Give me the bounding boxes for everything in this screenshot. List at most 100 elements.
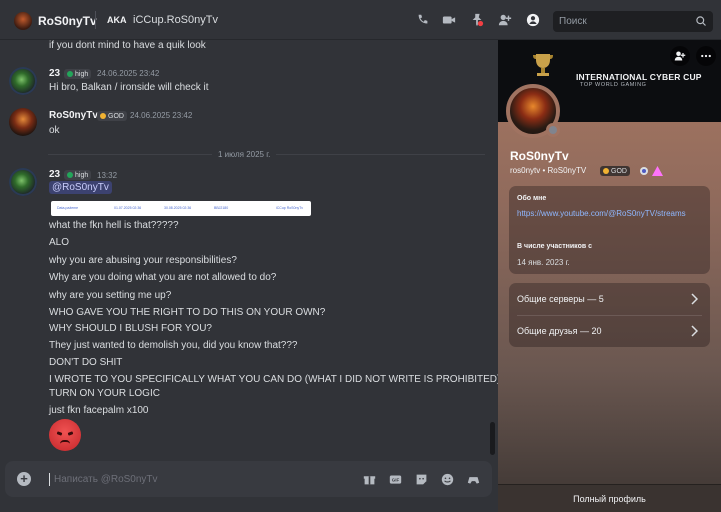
attachment-cell: Data-pažeme — [57, 206, 79, 210]
gif-icon[interactable]: GIF — [389, 473, 402, 486]
member-since-heading: В числе участников с — [517, 243, 592, 250]
lightning-icon — [603, 168, 609, 174]
video-call-icon[interactable] — [442, 13, 456, 27]
message-author[interactable]: 23 — [49, 169, 60, 180]
header-divider — [95, 11, 96, 29]
shield-icon — [67, 172, 73, 178]
role-tag-god[interactable]: GOD — [600, 166, 630, 176]
angry-face-icon[interactable] — [49, 419, 81, 451]
avatar[interactable] — [9, 67, 37, 95]
message-text: if you dont mind to have a quik look — [49, 40, 206, 51]
emoji-eye — [67, 431, 74, 436]
status-indicator — [546, 123, 560, 137]
profile-panel: INTERNATIONAL CYBER CUP TOP WORLD GAMING… — [498, 40, 721, 512]
message-author[interactable]: RoS0nyTv — [49, 110, 98, 121]
profile-badge-label: GOD — [611, 167, 627, 175]
message-list[interactable]: if you dont mind to have a quik look 23 … — [0, 40, 501, 512]
message-text: why are you setting me up? — [49, 290, 172, 301]
add-attachment-button[interactable]: + — [17, 472, 31, 486]
date-divider-label: 1 июля 2025 г. — [212, 150, 277, 159]
nitro-badge-icon[interactable] — [639, 166, 649, 176]
composer-placeholder[interactable]: Написать @RoS0nyTv — [54, 474, 158, 485]
gift-icon[interactable] — [363, 473, 376, 486]
message-timestamp: 24.06.2025 23:42 — [97, 69, 160, 78]
message-text: Why are you doing what you are not allow… — [49, 272, 277, 283]
message-author[interactable]: 23 — [49, 68, 60, 79]
full-profile-button[interactable]: Полный профиль — [498, 484, 721, 512]
about-me-link[interactable]: https://www.youtube.com/@RoS0nyTV/stream… — [517, 208, 705, 219]
message-text: why you are abusing your responsibilitie… — [49, 255, 237, 266]
more-options-button[interactable] — [696, 46, 716, 66]
channel-header: RoS0nyTv AKA iCCup.RoS0nyTv Поиск — [0, 0, 721, 40]
role-tag-high[interactable]: high — [64, 170, 92, 180]
emoji-icon[interactable] — [441, 473, 454, 486]
app-window: RoS0nyTv AKA iCCup.RoS0nyTv Поиск if you… — [0, 0, 721, 512]
profile-handle: ros0nytv — [510, 166, 541, 175]
message-text: what the fkn hell is that????? — [49, 220, 179, 231]
message-text: Hi bro, Balkan / ironside will check it — [49, 82, 209, 93]
message-text: TURN ON YOUR LOGIC — [49, 388, 160, 399]
role-tag-label: high — [75, 171, 89, 179]
chevron-right-icon — [691, 293, 698, 305]
avatar[interactable] — [9, 108, 37, 136]
role-tag-label: high — [75, 70, 89, 78]
mutual-friends-label: Общие друзья — 20 — [517, 326, 602, 336]
message-text: DON'T DO SHIT — [49, 357, 123, 368]
avatar[interactable] — [9, 168, 37, 196]
mutual-servers-row[interactable]: Общие серверы — 5 — [509, 283, 710, 316]
header-username[interactable]: RoS0nyTv — [38, 14, 97, 28]
search-input[interactable]: Поиск — [553, 11, 713, 32]
message-text: ok — [49, 125, 60, 136]
apps-icon[interactable] — [467, 473, 480, 486]
lightning-icon — [100, 113, 106, 119]
boost-badge-icon[interactable] — [652, 166, 663, 176]
trophy-icon — [533, 54, 553, 76]
add-friend-icon[interactable] — [498, 13, 512, 27]
profile-toggle-icon[interactable] — [526, 13, 540, 27]
chevron-right-icon — [691, 325, 698, 337]
message-text: ALO — [49, 237, 70, 248]
attachment-cell: iCCup RoS0nyTv — [276, 206, 304, 210]
search-icon — [696, 16, 706, 26]
header-avatar[interactable] — [14, 12, 32, 30]
message-composer[interactable]: + Написать @RoS0nyTv GIF — [5, 461, 492, 497]
sticker-icon[interactable] — [415, 473, 428, 486]
shield-icon — [67, 71, 73, 77]
message-text: just fkn facepalm x100 — [49, 405, 149, 416]
role-tag-label: GOD — [108, 112, 124, 120]
image-attachment[interactable]: Data-pažeme 01.07.2025 02:36 30.08.2025 … — [51, 201, 311, 216]
message-timestamp: 24.06.2025 23:42 — [130, 111, 193, 120]
header-aka-label: AKA — [107, 15, 127, 25]
member-since-date: 14 янв. 2023 г. — [517, 258, 570, 267]
message-text: I WROTE TO YOU SPECIFICALLY WHAT YOU CAN… — [49, 374, 501, 385]
header-nickname: iCCup.RoS0nyTv — [133, 14, 218, 26]
attachment-cell: 30.08.2025 02:36 — [164, 206, 192, 210]
chat-scrollbar[interactable] — [490, 422, 495, 455]
message-text: WHO GAVE YOU THE RIGHT TO DO THIS ON YOU… — [49, 307, 326, 318]
search-placeholder: Поиск — [559, 16, 587, 27]
banner-title: INTERNATIONAL CYBER CUP — [576, 72, 702, 82]
about-me-heading: Обо мне — [517, 195, 547, 202]
emoji-mouth — [60, 440, 70, 444]
mutuals-card: Общие серверы — 5 Общие друзья — 20 — [509, 283, 710, 347]
text-caret — [49, 473, 50, 486]
pin-icon[interactable] — [470, 13, 484, 27]
mutual-friends-row[interactable]: Общие друзья — 20 — [509, 315, 710, 347]
about-me-card: Обо мне https://www.youtube.com/@RoS0nyT… — [509, 186, 710, 274]
user-mention[interactable]: @RoS0nyTv — [49, 181, 112, 194]
banner-subtitle: TOP WORLD GAMING — [580, 82, 647, 88]
role-tag-god[interactable]: GOD — [97, 111, 127, 121]
mutual-servers-label: Общие серверы — 5 — [517, 294, 604, 304]
message-timestamp: 13:32 — [97, 171, 118, 180]
message-text: WHY SHOULD I BLUSH FOR YOU? — [49, 323, 212, 334]
attachment-cell: BBJ2180 — [214, 206, 229, 210]
emoji-eye — [56, 431, 63, 436]
add-friend-button[interactable] — [670, 46, 690, 66]
voice-call-icon[interactable] — [416, 13, 430, 27]
svg-text:GIF: GIF — [392, 478, 400, 483]
profile-username: ros0nytv • RoS0nyTV — [510, 166, 586, 175]
profile-display-name: RoS0nyTv — [510, 149, 569, 163]
profile-nickname: RoS0nyTV — [547, 166, 587, 175]
role-tag-high[interactable]: high — [64, 69, 92, 79]
message-text: They just wanted to demolish you, did yo… — [49, 340, 298, 351]
